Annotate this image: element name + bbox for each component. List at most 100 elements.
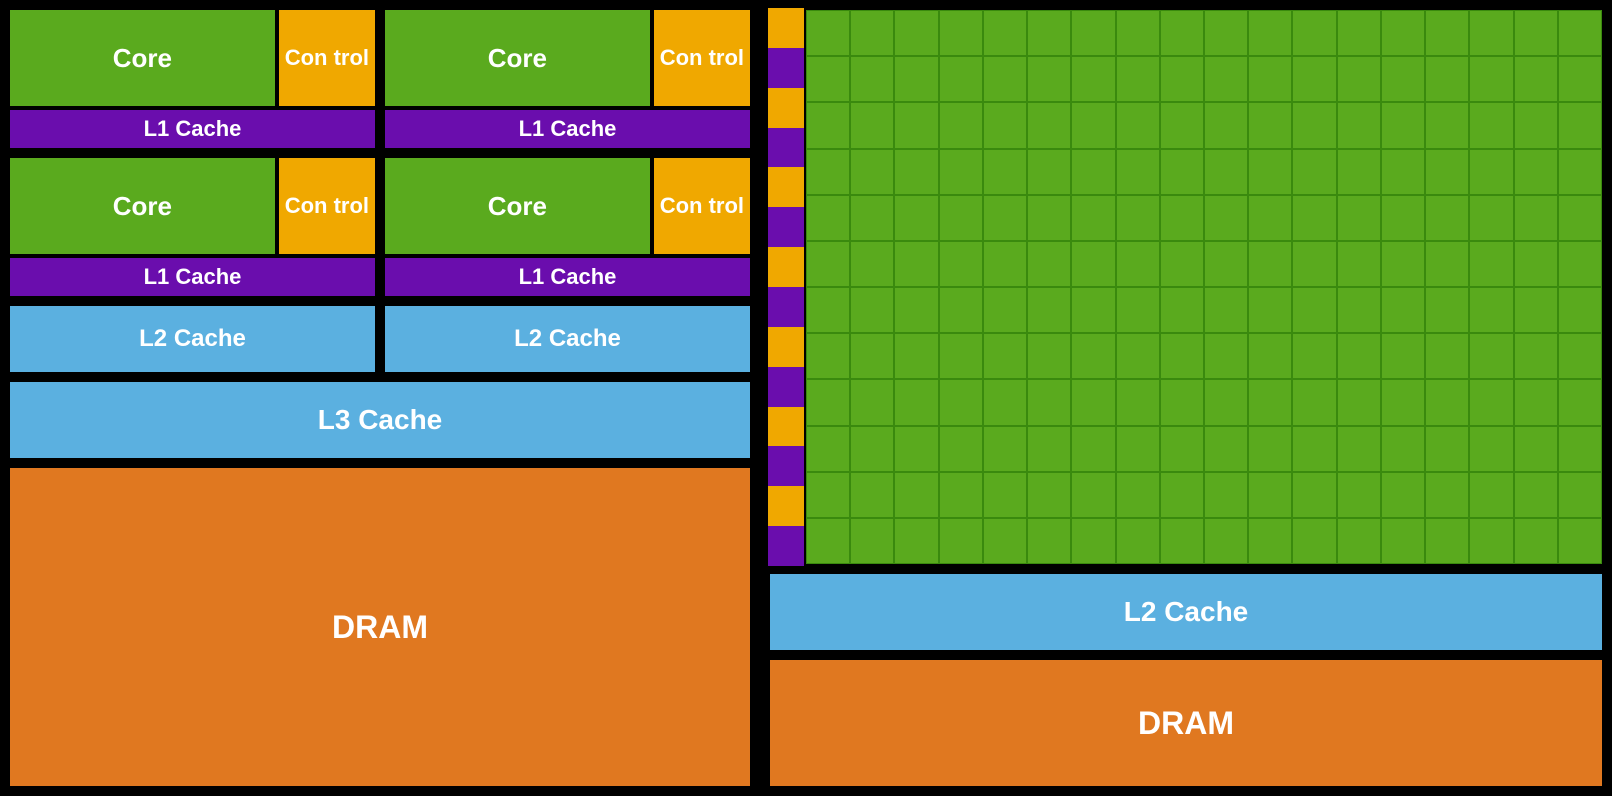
gpu-core-0-17	[1558, 10, 1602, 56]
gpu-core-9-10	[1248, 426, 1292, 472]
gpu-core-11-15	[1469, 518, 1513, 564]
gpu-core-2-10	[1248, 102, 1292, 148]
gpu-core-4-16	[1514, 195, 1558, 241]
gpu-core-2-8	[1160, 102, 1204, 148]
gpu-core-9-12	[1337, 426, 1381, 472]
gpu-core-0-8	[1160, 10, 1204, 56]
gpu-core-7-8	[1160, 333, 1204, 379]
gpu-core-4-3	[939, 195, 983, 241]
gpu-core-8-7	[1116, 379, 1160, 425]
l3-cache: L3 Cache	[8, 380, 752, 460]
stripe-segment-7	[768, 287, 804, 327]
gpu-core-0-7	[1116, 10, 1160, 56]
gpu-core-3-17	[1558, 149, 1602, 195]
core-3: Core	[8, 156, 277, 256]
gpu-core-9-13	[1381, 426, 1425, 472]
gpu-core-3-10	[1248, 149, 1292, 195]
gpu-core-9-4	[983, 426, 1027, 472]
gpu-core-2-2	[894, 102, 938, 148]
gpu-core-6-2	[894, 287, 938, 333]
stripe-segment-8	[768, 327, 804, 367]
gpu-core-0-11	[1292, 10, 1336, 56]
gpu-core-7-13	[1381, 333, 1425, 379]
stripe-segment-5	[768, 207, 804, 247]
gpu-core-11-1	[850, 518, 894, 564]
l1-cache-3: L1 Cache	[8, 256, 377, 298]
gpu-core-1-0	[806, 56, 850, 102]
gpu-core-10-17	[1558, 472, 1602, 518]
gpu-core-0-5	[1027, 10, 1071, 56]
gpu-core-10-14	[1425, 472, 1469, 518]
gpu-core-4-10	[1248, 195, 1292, 241]
gpu-core-11-17	[1558, 518, 1602, 564]
gpu-core-2-15	[1469, 102, 1513, 148]
control-2: Con trol	[652, 8, 752, 108]
gpu-core-3-12	[1337, 149, 1381, 195]
cluster-2-top: Core Con trol	[383, 8, 752, 108]
stripe-segment-4	[768, 167, 804, 207]
gpu-core-6-8	[1160, 287, 1204, 333]
gpu-core-10-1	[850, 472, 894, 518]
gpu-core-6-4	[983, 287, 1027, 333]
gpu-core-4-14	[1425, 195, 1469, 241]
gpu-core-10-15	[1469, 472, 1513, 518]
cluster-3-top: Core Con trol	[8, 156, 377, 256]
gpu-core-8-0	[806, 379, 850, 425]
gpu-core-6-1	[850, 287, 894, 333]
gpu-core-3-13	[1381, 149, 1425, 195]
cpu-row-1: Core Con trol L1 Cache Core Con trol L1 …	[8, 8, 752, 150]
gpu-core-3-14	[1425, 149, 1469, 195]
gpu-core-7-1	[850, 333, 894, 379]
gpu-core-7-9	[1204, 333, 1248, 379]
gpu-core-9-9	[1204, 426, 1248, 472]
gpu-core-1-12	[1337, 56, 1381, 102]
gpu-core-8-3	[939, 379, 983, 425]
stripe-segment-2	[768, 88, 804, 128]
gpu-core-2-11	[1292, 102, 1336, 148]
gpu-cores-grid	[804, 8, 1604, 566]
gpu-core-11-4	[983, 518, 1027, 564]
gpu-grid-section	[768, 8, 1604, 566]
dram-left: DRAM	[8, 466, 752, 788]
cpu-cluster-1: Core Con trol L1 Cache	[8, 8, 377, 150]
stripe-segment-13	[768, 526, 804, 566]
gpu-core-4-17	[1558, 195, 1602, 241]
gpu-core-9-16	[1514, 426, 1558, 472]
stripe-segment-1	[768, 48, 804, 88]
gpu-core-8-15	[1469, 379, 1513, 425]
gpu-core-1-5	[1027, 56, 1071, 102]
gpu-core-11-11	[1292, 518, 1336, 564]
gpu-core-9-17	[1558, 426, 1602, 472]
core-4: Core	[383, 156, 652, 256]
gpu-core-2-7	[1116, 102, 1160, 148]
gpu-core-11-6	[1071, 518, 1115, 564]
gpu-core-3-3	[939, 149, 983, 195]
gpu-core-6-17	[1558, 287, 1602, 333]
gpu-core-10-2	[894, 472, 938, 518]
gpu-core-0-13	[1381, 10, 1425, 56]
gpu-core-2-0	[806, 102, 850, 148]
control-1: Con trol	[277, 8, 377, 108]
gpu-core-1-2	[894, 56, 938, 102]
gpu-core-1-7	[1116, 56, 1160, 102]
gpu-core-1-14	[1425, 56, 1469, 102]
gpu-core-4-0	[806, 195, 850, 241]
gpu-core-1-10	[1248, 56, 1292, 102]
gpu-core-8-17	[1558, 379, 1602, 425]
gpu-core-10-12	[1337, 472, 1381, 518]
gpu-core-10-13	[1381, 472, 1425, 518]
gpu-core-9-11	[1292, 426, 1336, 472]
gpu-core-2-4	[983, 102, 1027, 148]
gpu-core-11-8	[1160, 518, 1204, 564]
core-2: Core	[383, 8, 652, 108]
gpu-core-0-15	[1469, 10, 1513, 56]
gpu-core-8-5	[1027, 379, 1071, 425]
gpu-core-1-16	[1514, 56, 1558, 102]
gpu-core-7-12	[1337, 333, 1381, 379]
gpu-core-11-9	[1204, 518, 1248, 564]
gpu-core-5-13	[1381, 241, 1425, 287]
gpu-core-8-1	[850, 379, 894, 425]
gpu-core-10-10	[1248, 472, 1292, 518]
gpu-core-7-3	[939, 333, 983, 379]
stripe-segment-6	[768, 247, 804, 287]
